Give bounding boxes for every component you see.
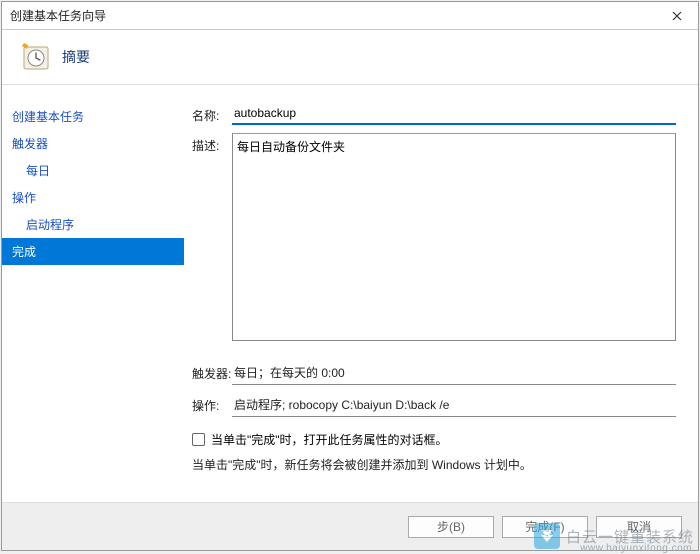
sidebar: 创建基本任务 触发器 每日 操作 启动程序 完成	[2, 85, 184, 502]
wizard-header: 摘要	[2, 30, 698, 85]
sidebar-item-create-task[interactable]: 创建基本任务	[2, 103, 184, 130]
action-value: 启动程序; robocopy C:\baiyun D:\back /e	[232, 393, 676, 417]
action-row: 操作: 启动程序; robocopy C:\baiyun D:\back /e	[192, 393, 676, 417]
name-label: 名称:	[192, 103, 232, 124]
sidebar-item-action[interactable]: 操作	[2, 184, 184, 211]
open-properties-row: 当单击"完成"时，打开此任务属性的对话框。	[192, 431, 676, 448]
open-properties-checkbox[interactable]	[192, 433, 205, 446]
task-wizard-icon	[20, 43, 50, 71]
window-title: 创建基本任务向导	[10, 7, 656, 24]
watermark-url: www.baiyunxitong.com	[580, 543, 692, 554]
main-panel: 名称: 描述: 触发器: 每日；在每天的 0:00 操作: 启动程序; robo…	[184, 85, 698, 502]
sidebar-item-start-program[interactable]: 启动程序	[2, 211, 184, 238]
trigger-row: 触发器: 每日；在每天的 0:00	[192, 361, 676, 385]
sidebar-item-finish[interactable]: 完成	[2, 238, 184, 265]
wizard-body: 创建基本任务 触发器 每日 操作 启动程序 完成 名称: 描述: 触发器: 每日…	[2, 85, 698, 502]
name-input[interactable]	[232, 103, 676, 125]
hint-text: 当单击"完成"时，新任务将会被创建并添加到 Windows 计划中。	[192, 456, 676, 473]
close-button[interactable]	[656, 2, 698, 30]
open-properties-label: 当单击"完成"时，打开此任务属性的对话框。	[211, 431, 448, 448]
trigger-label: 触发器:	[192, 361, 232, 382]
cancel-button[interactable]: 取消	[596, 516, 682, 538]
titlebar: 创建基本任务向导	[2, 2, 698, 30]
name-row: 名称:	[192, 103, 676, 125]
wizard-window: 创建基本任务向导 摘要 创建基本任务 触发器 每日 操作 启动程序 完成	[1, 1, 699, 551]
desc-row: 描述:	[192, 133, 676, 341]
page-title: 摘要	[62, 47, 90, 67]
close-icon	[672, 11, 682, 21]
sidebar-item-daily[interactable]: 每日	[2, 157, 184, 184]
finish-button[interactable]: 完成(F)	[502, 516, 588, 538]
trigger-value: 每日；在每天的 0:00	[232, 361, 676, 385]
action-label: 操作:	[192, 393, 232, 414]
back-button[interactable]: 步(B)	[408, 516, 494, 538]
desc-label: 描述:	[192, 133, 232, 154]
sidebar-item-trigger[interactable]: 触发器	[2, 130, 184, 157]
desc-textarea[interactable]	[232, 133, 676, 341]
